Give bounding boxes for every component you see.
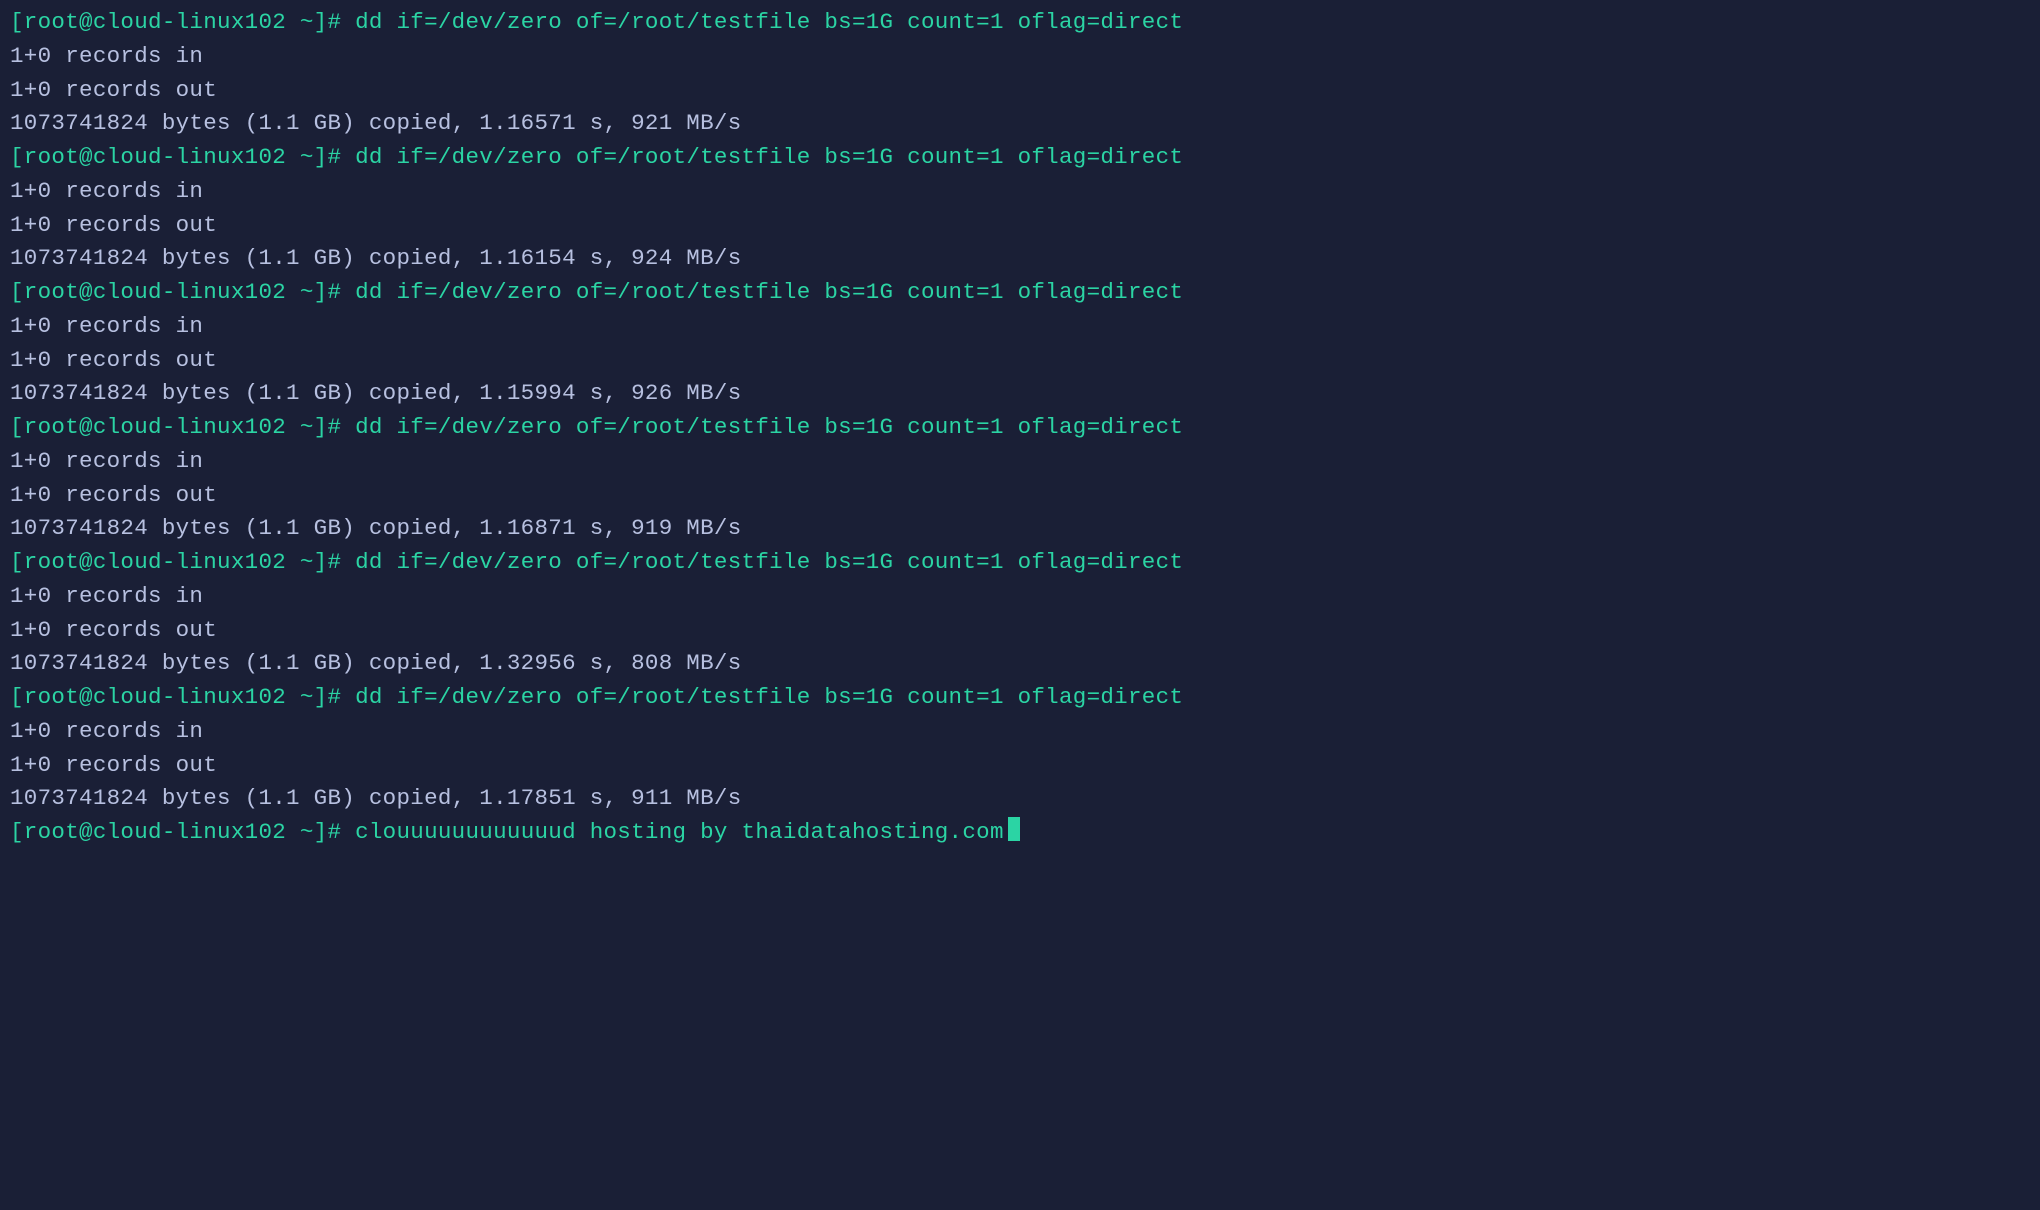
dd-records-in: 1+0 records in [10,448,203,474]
dd-command: dd if=/dev/zero of=/root/testfile bs=1G … [355,279,1183,305]
dd-summary: 1073741824 bytes (1.1 GB) copied, 1.1687… [10,515,742,541]
user-input[interactable]: clouuuuuuuuuuuud hosting by thaidatahost… [355,819,1004,845]
shell-prompt: [root@cloud-linux102 ~]# [10,9,355,35]
dd-records-out: 1+0 records out [10,617,217,643]
dd-summary: 1073741824 bytes (1.1 GB) copied, 1.1785… [10,785,742,811]
dd-records-out: 1+0 records out [10,347,217,373]
dd-summary: 1073741824 bytes (1.1 GB) copied, 1.3295… [10,650,742,676]
cursor-icon [1008,817,1020,841]
dd-records-in: 1+0 records in [10,583,203,609]
shell-prompt: [root@cloud-linux102 ~]# [10,684,355,710]
shell-prompt: [root@cloud-linux102 ~]# [10,819,355,845]
shell-prompt: [root@cloud-linux102 ~]# [10,549,355,575]
dd-command: dd if=/dev/zero of=/root/testfile bs=1G … [355,144,1183,170]
dd-records-out: 1+0 records out [10,212,217,238]
dd-records-in: 1+0 records in [10,313,203,339]
shell-prompt: [root@cloud-linux102 ~]# [10,144,355,170]
dd-command: dd if=/dev/zero of=/root/testfile bs=1G … [355,9,1183,35]
shell-prompt: [root@cloud-linux102 ~]# [10,279,355,305]
dd-records-in: 1+0 records in [10,718,203,744]
dd-summary: 1073741824 bytes (1.1 GB) copied, 1.1615… [10,245,742,271]
dd-summary: 1073741824 bytes (1.1 GB) copied, 1.1657… [10,110,742,136]
dd-command: dd if=/dev/zero of=/root/testfile bs=1G … [355,414,1183,440]
dd-command: dd if=/dev/zero of=/root/testfile bs=1G … [355,684,1183,710]
dd-records-out: 1+0 records out [10,77,217,103]
dd-records-in: 1+0 records in [10,43,203,69]
dd-records-out: 1+0 records out [10,482,217,508]
dd-summary: 1073741824 bytes (1.1 GB) copied, 1.1599… [10,380,742,406]
shell-prompt: [root@cloud-linux102 ~]# [10,414,355,440]
dd-records-out: 1+0 records out [10,752,217,778]
terminal-output[interactable]: [root@cloud-linux102 ~]# dd if=/dev/zero… [10,6,2030,850]
dd-command: dd if=/dev/zero of=/root/testfile bs=1G … [355,549,1183,575]
dd-records-in: 1+0 records in [10,178,203,204]
